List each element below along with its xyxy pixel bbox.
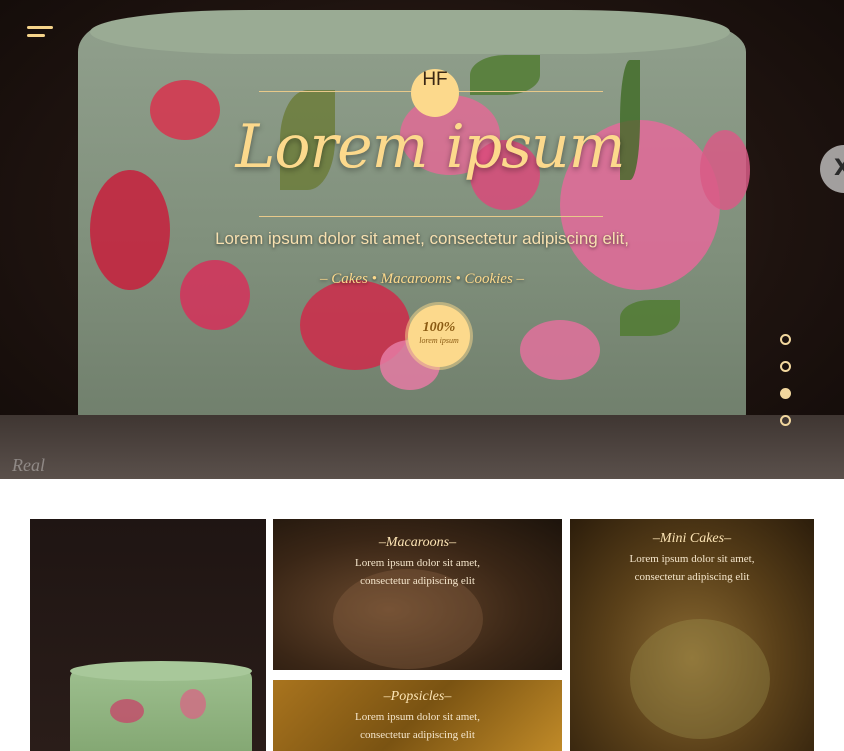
tile-title: –Popsicles– — [383, 689, 452, 704]
seal-label: lorem ipsum — [419, 336, 459, 345]
slider-dots — [780, 334, 792, 442]
quality-seal: 100% lorem ipsum — [408, 305, 470, 367]
flower-decoration — [180, 260, 250, 330]
tile-text: Lorem ipsum dolor sit amet, — [629, 553, 755, 565]
hero-tagline: – Cakes • Macarooms • Cookies – — [319, 271, 525, 287]
menu-bar — [27, 26, 53, 29]
photo-signature: Real — [12, 455, 45, 475]
gallery-tile-minicakes[interactable]: –Mini Cakes– Lorem ipsum dolor sit amet,… — [570, 519, 814, 751]
mini-cake-image — [630, 619, 770, 739]
leaf-decoration — [620, 300, 680, 336]
tile-title: –Macaroons– — [378, 535, 457, 550]
tile-title: –Mini Cakes– — [652, 531, 732, 546]
tile-text: consectetur adipiscing elit — [360, 575, 475, 587]
gallery-tile-cake[interactable] — [30, 519, 266, 751]
leaf-decoration — [470, 55, 540, 95]
table-surface — [0, 415, 844, 479]
next-slide-icon[interactable]: X — [820, 145, 844, 193]
flower-decoration — [110, 699, 144, 723]
flower-decoration — [520, 320, 600, 380]
gallery-tile-popsicles[interactable]: –Popsicles– Lorem ipsum dolor sit amet, … — [273, 680, 562, 751]
cake-top — [90, 10, 730, 54]
hero-banner: X HF Lorem ipsum Lorem ipsum dolor sit a… — [0, 0, 844, 479]
slider-dot[interactable] — [780, 415, 791, 426]
logo-badge[interactable]: HF — [411, 69, 459, 117]
hero-title: Lorem ipsum — [235, 112, 625, 182]
tile-text: consectetur adipiscing elit — [634, 571, 750, 583]
cake-image — [70, 661, 252, 751]
hamburger-menu-icon[interactable] — [27, 26, 55, 42]
seal-value: 100% — [422, 320, 456, 335]
tile-text: consectetur adipiscing elit — [360, 729, 475, 741]
tile-text: Lorem ipsum dolor sit amet, — [355, 711, 480, 723]
slider-dot[interactable] — [780, 334, 791, 345]
slider-dot[interactable] — [780, 361, 791, 372]
hero-subtitle: Lorem ipsum dolor sit amet, consectetur … — [215, 229, 629, 248]
menu-bar — [27, 34, 45, 37]
title-divider-bottom — [259, 216, 603, 217]
gallery-tile-macaroons[interactable]: –Macaroons– Lorem ipsum dolor sit amet, … — [273, 519, 562, 670]
flower-decoration — [180, 689, 206, 719]
slider-dot-active[interactable] — [780, 388, 791, 399]
flower-decoration — [700, 130, 750, 210]
tile-text: Lorem ipsum dolor sit amet, — [355, 557, 480, 569]
